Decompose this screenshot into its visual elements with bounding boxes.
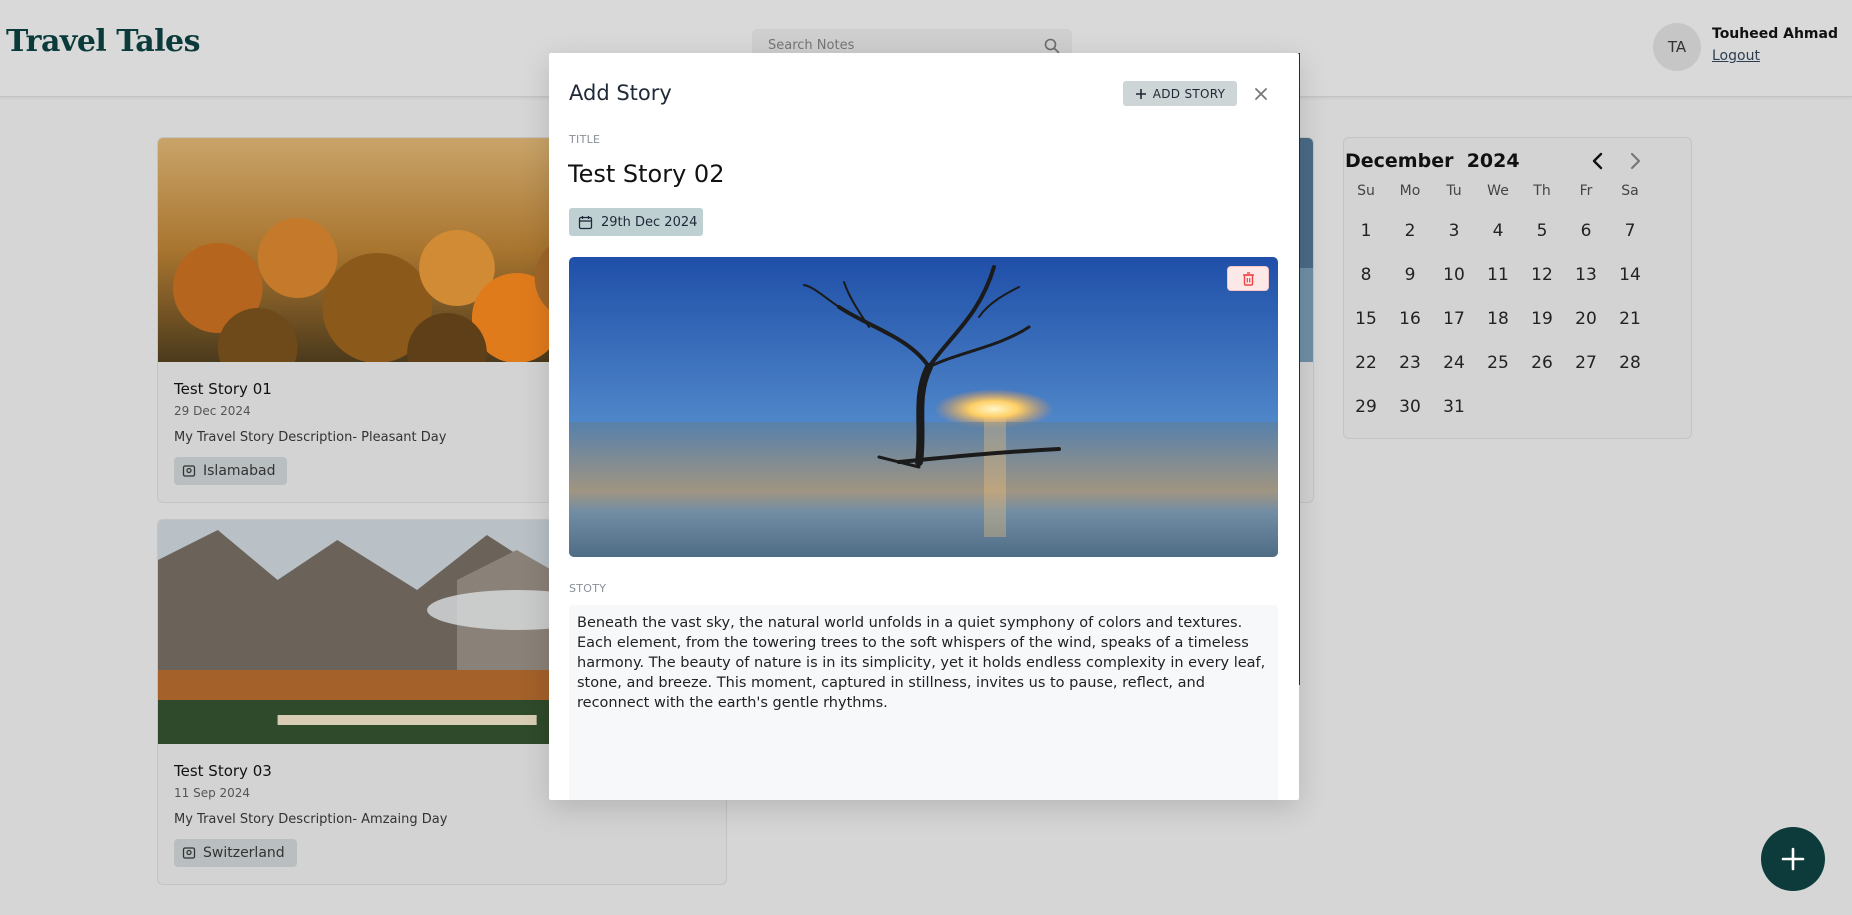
plus-icon — [1135, 88, 1146, 99]
add-story-button[interactable]: ADD STORY — [1123, 81, 1237, 106]
title-input[interactable] — [568, 155, 1268, 193]
close-button[interactable] — [1250, 83, 1272, 105]
title-label: TITLE — [569, 133, 601, 146]
add-story-button-label: ADD STORY — [1152, 86, 1226, 101]
calendar-icon — [578, 215, 593, 229]
date-value: 29th Dec 2024 — [601, 214, 698, 230]
delete-image-button[interactable] — [1227, 266, 1269, 291]
story-label: STOTY — [569, 582, 607, 595]
modal-title: Add Story — [569, 81, 672, 105]
trash-icon — [1242, 271, 1254, 286]
close-icon — [1255, 88, 1267, 100]
story-textarea[interactable]: Beneath the vast sky, the natural world … — [569, 605, 1278, 800]
add-story-modal: Add Story ADD STORY TITLE 29th Dec 2024 — [549, 53, 1299, 800]
date-picker-button[interactable]: 29th Dec 2024 — [569, 208, 703, 236]
story-image — [569, 257, 1278, 557]
